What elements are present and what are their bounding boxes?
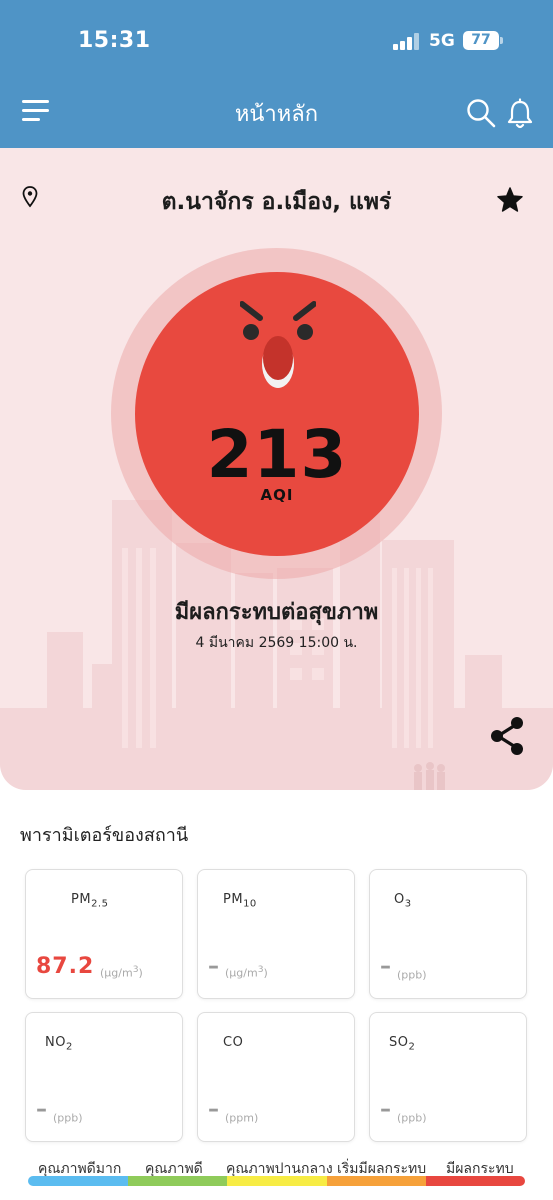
param-value: 87.2 — [36, 954, 95, 979]
param-card-no2[interactable]: NO2 – (ppb) — [25, 1012, 183, 1142]
star-icon[interactable] — [496, 186, 524, 214]
network-type: 5G — [429, 31, 455, 51]
param-name: CO — [223, 1035, 244, 1050]
param-card-pm25[interactable]: PM2.5 87.2 (μg/m3) — [25, 869, 183, 999]
param-name: SO2 — [389, 1035, 416, 1053]
param-card-pm10[interactable]: PM10 – (μg/m3) — [197, 869, 355, 999]
param-card-co[interactable]: CO – (ppm) — [197, 1012, 355, 1142]
aqi-value: 213 — [206, 416, 348, 493]
search-icon[interactable] — [466, 98, 496, 128]
app-header: 15:31 5G 77 หน้าหลัก — [0, 0, 553, 148]
legend-bar-very-good — [28, 1176, 128, 1186]
battery-tip — [500, 37, 503, 44]
param-name: PM10 — [223, 892, 257, 910]
param-value: – — [36, 1097, 47, 1122]
aqi-status: มีผลกระทบต่อสุขภาพ — [174, 600, 379, 625]
param-value: – — [380, 1097, 391, 1122]
legend-bar-unhealthy — [426, 1176, 525, 1186]
bell-icon[interactable] — [506, 98, 534, 130]
legend-bar-starting-impact — [327, 1176, 426, 1186]
param-unit: (μg/m3) — [225, 964, 268, 980]
param-name: PM2.5 — [71, 892, 109, 910]
angry-face-icon — [240, 301, 316, 388]
param-unit: (ppb) — [53, 1111, 83, 1125]
legend-bar-moderate — [227, 1176, 327, 1186]
param-card-so2[interactable]: SO2 – (ppb) — [369, 1012, 527, 1142]
share-icon[interactable] — [488, 716, 526, 756]
aqi-unit: AQI — [260, 486, 294, 504]
aqi-badge: 213 AQI — [135, 272, 419, 556]
param-unit: (μg/m3) — [100, 964, 143, 980]
param-value: – — [380, 954, 391, 979]
param-value: – — [208, 954, 219, 979]
aqi-hero-panel: ต.นาจักร อ.เมือง, แพร่ 213 AQI มีผลกระทบ… — [0, 148, 553, 790]
param-card-o3[interactable]: O3 – (ppb) — [369, 869, 527, 999]
aqi-datetime: 4 มีนาคม 2569 15:00 น. — [195, 635, 358, 651]
station-location: ต.นาจักร อ.เมือง, แพร่ — [161, 189, 392, 215]
parameters-title: พารามิเตอร์ของสถานี — [20, 825, 189, 846]
param-unit: (ppb) — [397, 968, 427, 982]
status-bar: 15:31 5G 77 — [0, 0, 553, 80]
battery-icon: 77 — [463, 31, 499, 50]
legend-bar-good — [128, 1176, 227, 1186]
param-unit: (ppm) — [225, 1111, 259, 1125]
param-value: – — [208, 1097, 219, 1122]
param-unit: (ppb) — [397, 1111, 427, 1125]
param-name: NO2 — [45, 1035, 73, 1053]
status-time: 15:31 — [78, 28, 151, 53]
param-name: O3 — [394, 892, 412, 910]
signal-icon — [393, 33, 419, 50]
